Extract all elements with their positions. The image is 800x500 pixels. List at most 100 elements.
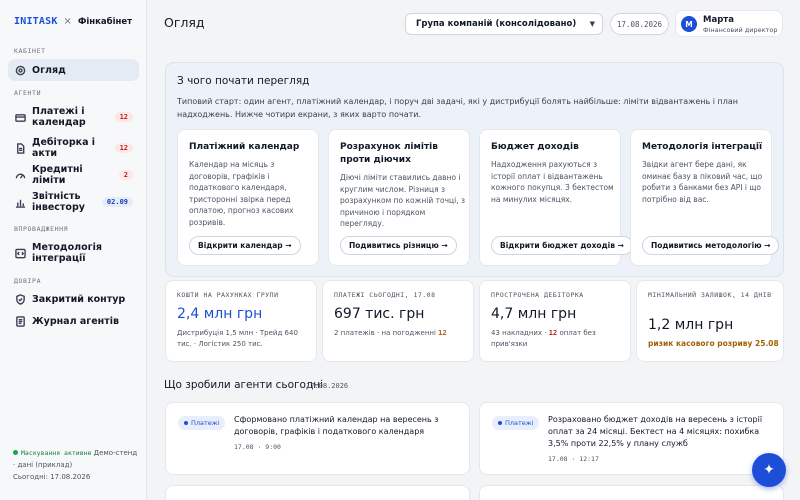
sidebar-item-payments[interactable]: Платежі і календар 12 xyxy=(8,104,139,130)
sidebar-item-credit-limits[interactable]: Кредитні ліміти 2 xyxy=(8,164,139,186)
count-badge: 12 xyxy=(114,112,133,122)
pending-count: 12 xyxy=(438,329,447,337)
view-difference-button[interactable]: Подивитись різницю → xyxy=(340,236,457,255)
card-text: Календар на місяць з договорів, графіків… xyxy=(189,160,294,227)
category-tag: Платежі xyxy=(178,416,226,430)
kpi-label: МІНІМАЛЬНИЙ ЗАЛИШОК, 14 ДНІВ xyxy=(648,291,772,299)
bar-chart-icon xyxy=(14,196,26,208)
kpi-value: 4,7 млн грн xyxy=(491,306,577,322)
company-select-value: Група компаній (консолідовано) xyxy=(416,19,577,29)
journal-icon xyxy=(14,315,26,327)
card-title: Бюджет доходів xyxy=(491,142,579,152)
sidebar-section-label: ВПРОВАДЖЕННЯ xyxy=(14,225,69,233)
sidebar-item-investor-reporting[interactable]: Звітність інвестору 02.09 xyxy=(8,189,139,215)
view-methodology-button[interactable]: Подивитись методологію → xyxy=(642,236,780,255)
open-revenue-budget-button[interactable]: Відкрити бюджет доходів → xyxy=(491,236,633,255)
card-text: Надходження рахуються з історії оплат і … xyxy=(491,160,614,204)
kpi-sub-text: 2 платежів · на погодженні xyxy=(334,329,439,337)
sidebar: INITASK × Фінкабінет КАБІНЕТ Огляд АГЕНТ… xyxy=(0,0,147,500)
section-date: 17.08.2026 xyxy=(306,382,349,390)
sidebar-item-receivables[interactable]: Дебіторка і акти 12 xyxy=(8,135,139,161)
sidebar-item-label: Кредитні ліміти xyxy=(32,164,83,186)
sidebar-item-label: Методологія інтеграції xyxy=(32,242,102,264)
sidebar-item-label: Звітність інвестору xyxy=(32,191,85,213)
brand-name: INITASK xyxy=(14,16,58,27)
card-text: Діючі ліміти ставились давно і круглим ч… xyxy=(340,173,465,228)
kpi-label: ПРОСТРОЧЕНА ДЕБІТОРКА xyxy=(491,291,584,299)
brand-logo[interactable]: INITASK × Фінкабінет xyxy=(14,16,132,27)
kpi-card-min-balance[interactable]: МІНІМАЛЬНИЙ ЗАЛИШОК, 14 ДНІВ 1,2 млн грн… xyxy=(636,280,784,362)
count-badge: 2 xyxy=(118,170,133,180)
brand-separator: × xyxy=(63,16,72,27)
gauge-icon xyxy=(14,169,26,181)
activity-time: 17.08 · 12:17 xyxy=(548,455,599,463)
user-name: Марта xyxy=(703,15,734,25)
company-select[interactable]: Група компаній (консолідовано) ▼ xyxy=(405,13,603,35)
shield-icon xyxy=(14,293,26,305)
sidebar-item-closed-loop[interactable]: Закритий контур xyxy=(8,290,139,308)
activity-item[interactable] xyxy=(165,485,470,500)
open-calendar-button[interactable]: Відкрити календар → xyxy=(189,236,301,255)
document-icon xyxy=(14,142,26,154)
kpi-sub-text: 43 накладних · xyxy=(491,329,549,337)
count-badge: 12 xyxy=(114,143,133,153)
kpi-card-overdue-receivables[interactable]: ПРОСТРОЧЕНА ДЕБІТОРКА 4,7 млн грн 43 нак… xyxy=(479,280,631,362)
kpi-value: 1,2 млн грн xyxy=(648,317,734,333)
activity-time: 17.08 · 9:00 xyxy=(234,443,281,451)
activity-item[interactable]: Платежі Сформовано платіжний календар на… xyxy=(165,402,470,475)
cash-gap-warning: ризик касового розриву 25.08 xyxy=(648,339,779,348)
getting-started-panel: З чого почати перегляд Типовий старт: од… xyxy=(165,62,784,277)
activity-item[interactable]: Платежі Розраховано бюджет доходів на ве… xyxy=(479,402,784,475)
sparkle-icon: ✦ xyxy=(763,462,775,478)
user-role: Фінансовий директор xyxy=(703,26,778,34)
assistant-button[interactable]: ✦ xyxy=(752,453,786,487)
date-badge: 02.09 xyxy=(101,197,133,207)
sidebar-item-agent-journal[interactable]: Журнал агентів xyxy=(8,312,139,330)
card-title: Методологія інтеграції xyxy=(642,142,763,152)
start-card: Платіжний календар Календар на місяць з … xyxy=(177,129,319,266)
sidebar-section-label: КАБІНЕТ xyxy=(14,47,46,55)
card-icon xyxy=(14,111,26,123)
dot-icon xyxy=(498,421,502,425)
masking-status: Маскування активне xyxy=(21,449,92,457)
kpi-breakdown: Дистрибуція 1,5 млн · Трейд 640 тис. · Л… xyxy=(177,329,298,348)
avatar: М xyxy=(681,16,697,32)
tag-label: Платежі xyxy=(505,419,534,427)
sidebar-item-label: Платежі і календар xyxy=(32,106,86,128)
dot-icon xyxy=(184,421,188,425)
kpi-value: 697 тис. грн xyxy=(334,306,425,322)
target-icon xyxy=(14,64,26,76)
code-icon xyxy=(14,247,26,259)
activity-item[interactable] xyxy=(479,485,784,500)
start-card: Бюджет доходів Надходження рахуються з і… xyxy=(479,129,633,266)
sidebar-section-label: АГЕНТИ xyxy=(14,89,42,97)
category-tag: Платежі xyxy=(492,416,540,430)
brand-product: Фінкабінет xyxy=(77,16,133,27)
sidebar-item-methodology[interactable]: Методологія інтеграції xyxy=(8,240,139,266)
today-date: Сьогодні: 17.08.2026 xyxy=(13,473,91,481)
card-title: Платіжний календар xyxy=(189,142,300,152)
sidebar-item-label: Закритий контур xyxy=(32,293,126,305)
sidebar-item-label: Журнал агентів xyxy=(32,315,120,327)
kpi-value: 2,4 млн грн xyxy=(177,306,263,322)
panel-title: З чого почати перегляд xyxy=(177,75,310,87)
activity-text: Розраховано бюджет доходів на вересень з… xyxy=(548,415,763,448)
card-title: Розрахунок лімітів проти діючих xyxy=(340,142,438,165)
panel-description: Типовий старт: один агент, платіжний кал… xyxy=(177,97,738,119)
sidebar-section-label: ДОВІРА xyxy=(14,277,42,285)
user-menu[interactable]: М Марта Фінансовий директор xyxy=(675,10,783,37)
kpi-label: ПЛАТЕЖІ СЬОГОДНІ, 17.08 xyxy=(334,291,436,299)
sidebar-footer: Маскування активне Демо-стенд · дані (пр… xyxy=(13,447,138,483)
sidebar-item-label: Дебіторка і акти xyxy=(32,137,96,159)
section-title: Що зробили агенти сьогодні xyxy=(164,379,324,391)
kpi-card-payments-today[interactable]: ПЛАТЕЖІ СЬОГОДНІ, 17.08 697 тис. грн 2 п… xyxy=(322,280,474,362)
kpi-card-cash[interactable]: КОШТИ НА РАХУНКАХ ГРУПИ 2,4 млн грн Дист… xyxy=(165,280,317,362)
sidebar-item-label: Огляд xyxy=(32,64,66,76)
card-text: Звідки агент бере дані, як оминає базу в… xyxy=(642,160,763,204)
sidebar-item-overview[interactable]: Огляд xyxy=(8,59,139,81)
date-pill[interactable]: 17.08.2026 xyxy=(610,13,669,35)
start-card: Розрахунок лімітів проти діючих Діючі лі… xyxy=(328,129,470,266)
kpi-label: КОШТИ НА РАХУНКАХ ГРУПИ xyxy=(177,291,279,299)
unmatched-count: 12 xyxy=(548,329,558,337)
tag-label: Платежі xyxy=(191,419,220,427)
